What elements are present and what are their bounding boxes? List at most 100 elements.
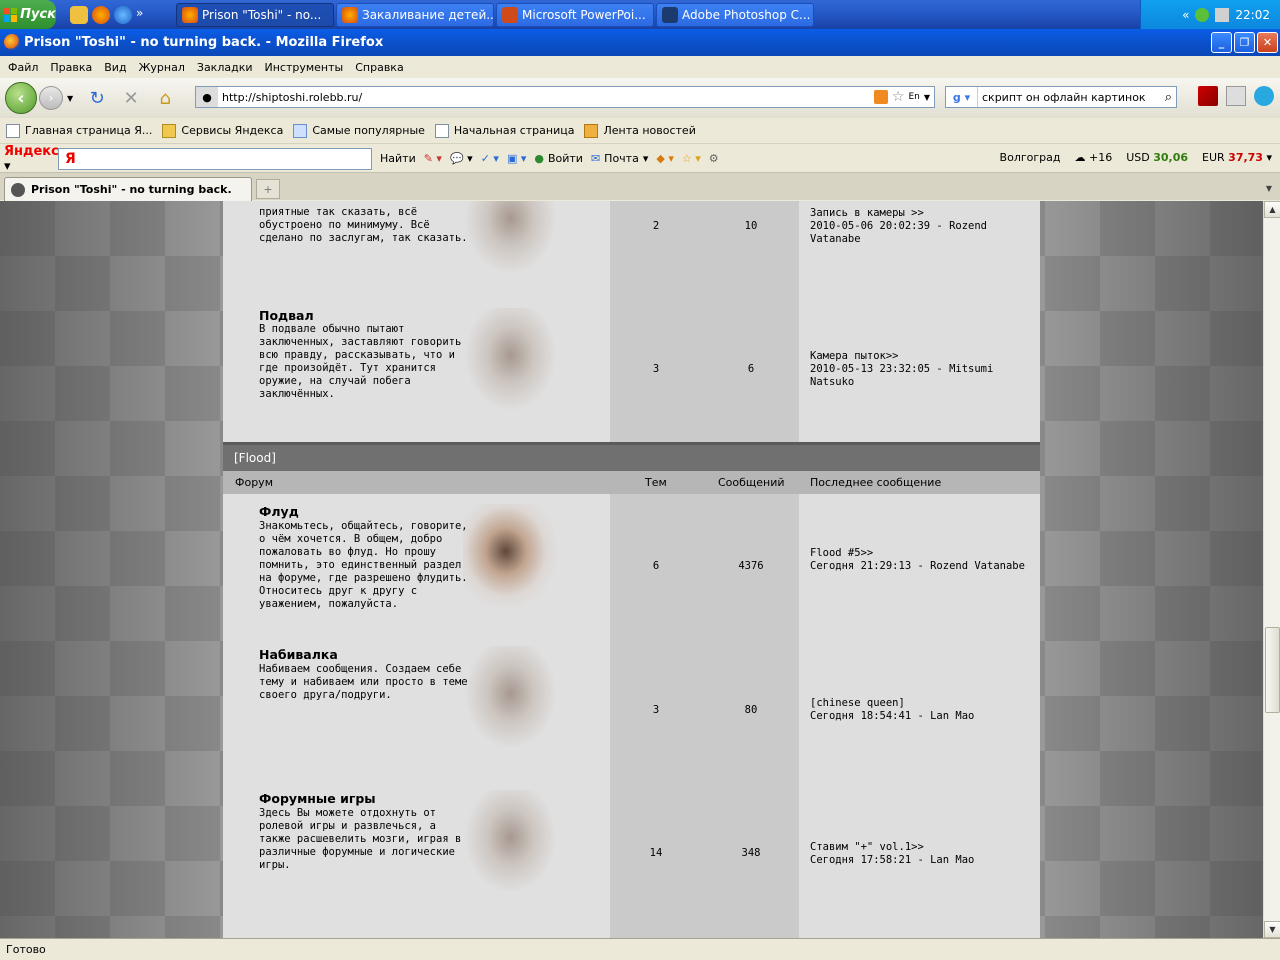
addon-k-icon[interactable] xyxy=(1226,86,1246,106)
vertical-scrollbar[interactable]: ▲ ▼ xyxy=(1263,201,1280,938)
tray-security-icon[interactable] xyxy=(1215,7,1230,22)
menu-tools[interactable]: Инструменты xyxy=(265,61,344,74)
last-post-topic-link[interactable]: Запись в камеры >> xyxy=(810,207,1030,220)
translate-page-icon[interactable]: ▣ ▾ xyxy=(507,152,526,165)
address-dropdown-icon[interactable]: ▼ xyxy=(924,93,930,102)
search-icon[interactable]: ⌕ xyxy=(1165,90,1176,105)
usd-rate[interactable]: USD 30,06 xyxy=(1126,151,1188,164)
forum-title-link[interactable]: Набивалка xyxy=(259,647,338,662)
internet-explorer-icon[interactable] xyxy=(114,5,132,24)
forum-title-link[interactable]: Форумные игры xyxy=(259,791,376,806)
bookmark-news-feed[interactable]: Лента новостей xyxy=(584,123,696,138)
reload-icon[interactable]: ↻ xyxy=(87,88,107,109)
menu-edit[interactable]: Правка xyxy=(50,61,92,74)
taskbar-button-photoshop[interactable]: Adobe Photoshop C... xyxy=(656,2,814,27)
forum-thumbnail xyxy=(463,201,558,276)
post-count: 6 xyxy=(747,363,755,375)
last-post-topic-link[interactable]: Камера пыток>> xyxy=(810,350,1030,363)
kaspersky-icon[interactable] xyxy=(1198,86,1218,106)
yandex-search-input[interactable]: Я xyxy=(58,147,372,170)
search-input[interactable] xyxy=(982,90,1165,104)
tray-expand-icon[interactable]: « xyxy=(1182,8,1189,22)
stop-icon[interactable]: ✕ xyxy=(121,88,141,109)
folder-icon xyxy=(162,123,177,138)
menu-file[interactable]: Файл xyxy=(8,61,38,74)
quick-launch-more-icon[interactable]: » xyxy=(136,6,146,24)
last-post-topic-link[interactable]: Flood #5>> xyxy=(810,547,1030,560)
minimize-button[interactable]: _ xyxy=(1211,32,1232,53)
scroll-up-arrow-icon[interactable]: ▲ xyxy=(1264,201,1280,218)
forum-description: Знакомьтесь, общайтесь, говорите, о чём … xyxy=(259,520,468,610)
money-icon[interactable]: ◆ ▾ xyxy=(656,152,673,165)
forum-thumbnail xyxy=(463,504,558,609)
firefox-icon xyxy=(342,6,358,23)
last-post-topic-link[interactable]: Ставим "+" vol.1>> xyxy=(810,841,1030,854)
yandex-logo[interactable]: Яндекс ▾ xyxy=(0,144,59,174)
bookmark-star-icon[interactable]: ☆ xyxy=(892,89,905,105)
weather-city[interactable]: Волгоград xyxy=(1000,151,1061,164)
forum-title-link[interactable]: Флуд xyxy=(259,504,299,519)
rss-icon[interactable] xyxy=(873,90,888,104)
firefox-icon[interactable] xyxy=(92,5,110,24)
topic-count: 3 xyxy=(652,363,660,375)
bookmark-start-page[interactable]: Начальная страница xyxy=(434,123,574,138)
skype-icon[interactable] xyxy=(1254,86,1274,106)
translate-icon[interactable]: En xyxy=(908,92,919,102)
address-input[interactable]: http://shiptoshi.rolebb.ru/ xyxy=(222,91,858,104)
forward-button[interactable]: › xyxy=(39,86,63,110)
back-button[interactable]: ‹ xyxy=(5,82,37,114)
back-arrow-icon: ‹ xyxy=(17,87,25,109)
header-forum: Форум xyxy=(235,476,273,489)
forum-thumbnail xyxy=(463,790,558,895)
taskbar-button-powerpoint[interactable]: Microsoft PowerPoi... xyxy=(496,2,654,27)
table-header: Форум Тем Сообщений Последнее сообщение xyxy=(223,471,1040,494)
last-post-topic-link[interactable]: [chinese queen] xyxy=(810,697,1030,710)
tray-network-icon[interactable] xyxy=(1195,7,1210,22)
eur-rate[interactable]: EUR 37,73 ▾ xyxy=(1202,151,1272,164)
menu-help[interactable]: Справка xyxy=(355,61,403,74)
forum-row: Подвал В подвале обычно пытают заключенн… xyxy=(223,296,1040,442)
site-favicon-icon: ● xyxy=(196,87,218,107)
taskbar-button-prison-toshi[interactable]: Prison "Toshi" - no... xyxy=(176,2,334,27)
spellcheck-icon[interactable]: ✓ ▾ xyxy=(481,152,499,165)
category-header[interactable]: [Flood] xyxy=(223,442,1040,471)
weather-icon: ☁ xyxy=(1074,151,1086,164)
system-tray: « 22:02 xyxy=(1140,0,1280,29)
scrollbar-thumb[interactable] xyxy=(1265,627,1280,713)
home-icon[interactable]: ⌂ xyxy=(155,88,175,109)
last-post-info: 2010-05-06 20:02:39 - Rozend Vatanabe xyxy=(810,220,988,245)
history-dropdown-icon[interactable]: ▼ xyxy=(67,94,73,103)
search-box[interactable]: g ▾ ⌕ xyxy=(945,86,1177,108)
menu-bookmarks[interactable]: Закладки xyxy=(197,61,253,74)
settings-gear-icon[interactable]: ⚙ xyxy=(709,152,719,165)
menu-history[interactable]: Журнал xyxy=(139,61,185,74)
weather-widget[interactable]: ☁ +16 xyxy=(1074,151,1112,164)
yandex-find-button[interactable]: Найти xyxy=(380,152,416,165)
maximize-button[interactable]: ❐ xyxy=(1234,32,1255,53)
menu-view[interactable]: Вид xyxy=(104,61,126,74)
chat-icon[interactable]: 💬 ▾ xyxy=(450,152,473,165)
new-tab-button[interactable]: + xyxy=(256,179,280,199)
yandex-login-button[interactable]: ● Войти xyxy=(534,152,583,165)
google-search-engine-icon[interactable]: g ▾ xyxy=(946,87,978,107)
start-button[interactable]: Пуск xyxy=(0,0,56,29)
favorites-star-icon[interactable]: ☆ ▾ xyxy=(682,152,701,165)
bookmark-most-popular[interactable]: Самые популярные xyxy=(293,123,425,138)
firefox-icon xyxy=(182,6,198,23)
taskbar-button-zakalivanie[interactable]: Закаливание детей... xyxy=(336,2,494,27)
tab-list-dropdown-icon[interactable]: ▼ xyxy=(1262,179,1276,197)
scroll-down-arrow-icon[interactable]: ▼ xyxy=(1264,921,1280,938)
bookmark-yandex-home[interactable]: Главная страница Я... xyxy=(6,123,152,138)
topic-count: 14 xyxy=(649,847,663,859)
highlighter-icon[interactable]: ✎ ▾ xyxy=(424,152,442,165)
tab-prison-toshi[interactable]: Prison "Toshi" - no turning back. xyxy=(4,177,252,201)
forum-title-link[interactable]: Подвал xyxy=(259,308,314,323)
status-text: Готово xyxy=(6,943,46,956)
yandex-mail-button[interactable]: ✉ Почта ▾ xyxy=(591,152,648,165)
messenger-icon[interactable] xyxy=(70,5,88,24)
close-button[interactable]: ✕ xyxy=(1257,32,1278,53)
address-bar[interactable]: ● http://shiptoshi.rolebb.ru/ ☆ En ▼ xyxy=(195,86,935,108)
last-post-info: 2010-05-13 23:32:05 - Mitsumi Natsuko xyxy=(810,363,994,388)
bookmark-yandex-services[interactable]: Сервисы Яндекса xyxy=(162,123,283,138)
firefox-icon xyxy=(4,34,20,50)
